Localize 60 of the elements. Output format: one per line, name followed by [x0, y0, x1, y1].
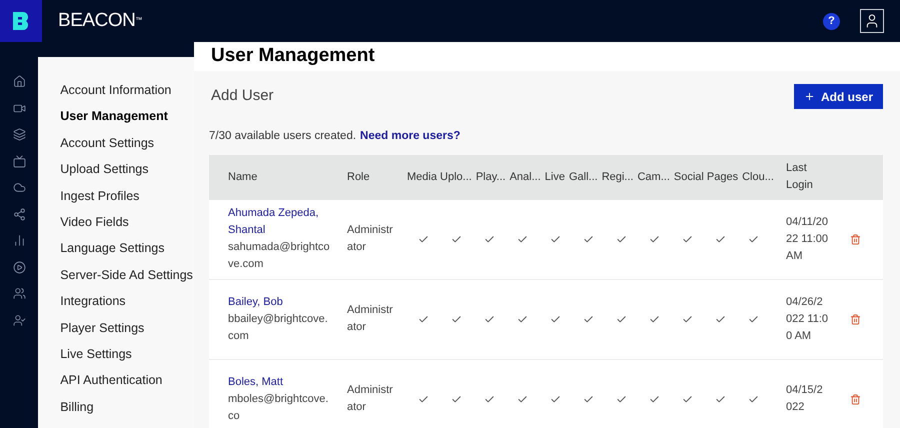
column-header: Role: [347, 170, 371, 185]
bar-chart-icon[interactable]: [12, 234, 26, 247]
layers-icon[interactable]: [12, 128, 26, 141]
section-title: Add User: [210, 86, 274, 106]
delete-icon[interactable]: [850, 234, 861, 244]
user-account-button[interactable]: [860, 9, 884, 33]
plus-icon: [804, 91, 815, 102]
settings-nav-item[interactable]: User Management: [60, 107, 194, 126]
role-cell-text: Administrator: [347, 303, 394, 335]
user-name-link[interactable]: Boles, Matt: [228, 374, 333, 390]
column-header: Regi...: [602, 170, 634, 185]
settings-nav-item[interactable]: API Authentication: [60, 371, 194, 390]
column-header: Last Login: [786, 161, 814, 193]
settings-nav-item[interactable]: Billing: [60, 398, 194, 416]
delete-icon[interactable]: [850, 314, 861, 324]
column-header: Play...: [476, 170, 506, 185]
settings-nav-item[interactable]: Integrations: [60, 292, 194, 310]
cloud-icon[interactable]: [12, 181, 26, 194]
settings-nav-item[interactable]: Upload Settings: [60, 160, 194, 178]
column-header: Social Pages: [674, 170, 738, 185]
delete-icon[interactable]: [850, 394, 861, 404]
user-name-link[interactable]: Bailey, Bob: [228, 294, 333, 310]
share-icon[interactable]: [12, 208, 26, 220]
column-header: Name: [227, 170, 258, 185]
settings-nav-item[interactable]: Server-Side Ad Settings: [60, 266, 194, 284]
settings-nav-item[interactable]: Live Settings: [60, 344, 194, 363]
user-email: mboles@brightcove.co: [228, 392, 330, 424]
logo-icon[interactable]: [0, 0, 42, 42]
role-cell-text: Administrator: [347, 383, 394, 415]
page-title: User Management: [211, 44, 375, 68]
user-check-icon[interactable]: [12, 314, 26, 326]
last-login-cell-text: 04/26/2022 11:00 AM: [786, 294, 828, 344]
need-more-users-link[interactable]: Need more users?: [360, 128, 460, 146]
settings-nav-item[interactable]: Account Information: [60, 81, 194, 99]
home-icon[interactable]: [12, 75, 26, 88]
last-login-cell-text: 04/15/2022: [786, 383, 824, 415]
column-header: Gall...: [568, 170, 598, 185]
user-name-link[interactable]: Ahumada Zepeda, Shantal: [228, 205, 333, 239]
user-email: sahumada@brightcove.com: [228, 240, 331, 272]
last-login-cell-text: 04/11/2022 11:00 AM: [786, 214, 828, 264]
settings-nav-item[interactable]: Video Fields: [60, 212, 194, 231]
settings-nav-item[interactable]: Ingest Profiles: [60, 186, 194, 205]
settings-nav-item[interactable]: Player Settings: [60, 318, 194, 337]
column-header: Anal...: [510, 170, 541, 185]
column-header: Clou...: [742, 170, 774, 185]
tv-icon[interactable]: [12, 154, 26, 168]
column-header: Cam...: [637, 170, 670, 185]
role-cell-text: Administrator: [347, 223, 394, 255]
add-user-button[interactable]: Add user: [794, 84, 883, 109]
column-header: Media Uplo...: [407, 170, 472, 185]
column-header: Live: [544, 170, 565, 185]
users-icon[interactable]: [12, 287, 26, 300]
user-email: bbailey@brightcove.com: [228, 312, 329, 344]
user-quota-text: 7/30 available users created.: [209, 128, 356, 144]
help-button[interactable]: ?: [823, 12, 840, 30]
settings-nav-item[interactable]: Language Settings: [60, 239, 194, 258]
play-circle-icon[interactable]: [12, 260, 26, 274]
user-icon: [864, 13, 880, 29]
brand-name: BEACON$^{™}$: [58, 8, 142, 33]
settings-nav-item[interactable]: Account Settings: [60, 134, 194, 152]
